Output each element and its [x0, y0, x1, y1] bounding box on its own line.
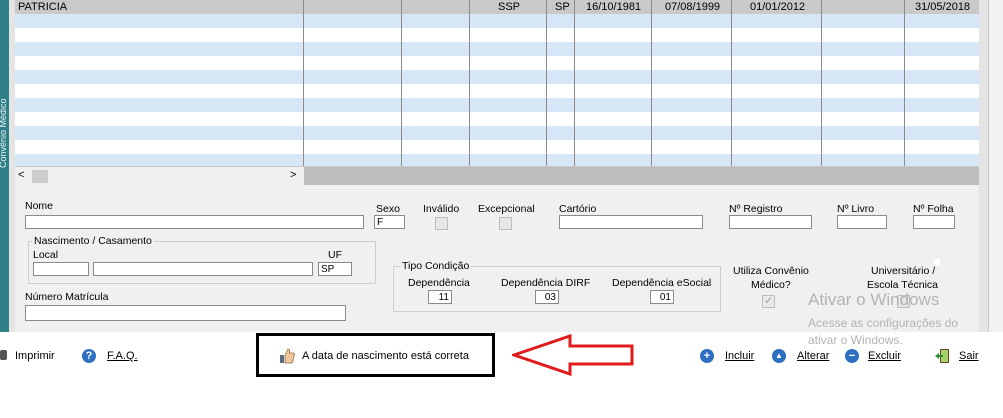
column-divider: [574, 0, 575, 166]
tipo-condicao-title: Tipo Condição: [400, 260, 472, 272]
minus-icon: −: [845, 349, 859, 363]
registro-input[interactable]: [729, 215, 812, 229]
imprimir-label: Imprimir: [15, 350, 55, 362]
sexo-label: Sexo: [376, 203, 400, 215]
uf-input[interactable]: SP: [318, 262, 352, 276]
table-row[interactable]: [15, 14, 979, 28]
convenio-checkbox[interactable]: ✓: [762, 295, 775, 308]
table-row[interactable]: [15, 126, 979, 140]
cartorio-input[interactable]: [559, 215, 703, 229]
alterar-label: Alterar: [797, 350, 830, 362]
watermark-line2: Acesse as configurações do: [808, 316, 959, 330]
dirf-input[interactable]: 03: [535, 290, 559, 304]
nascimento-group-title: Nascimento / Casamento: [32, 235, 154, 247]
dependencia-label: Dependência: [408, 277, 470, 289]
registro-label: Nº Registro: [729, 203, 783, 215]
help-icon: ?: [82, 349, 96, 363]
dirf-label: Dependência DIRF: [501, 277, 591, 289]
convenio-label-line1: Utiliza Convênio: [733, 265, 809, 277]
nome-label: Nome: [25, 200, 54, 212]
table-row[interactable]: [15, 154, 979, 166]
folha-label: Nº Folha: [913, 203, 954, 215]
column-divider: [469, 0, 470, 166]
invalido-checkbox[interactable]: [435, 217, 448, 230]
left-vertical-tab[interactable]: Convênio Médico: [0, 0, 9, 332]
table-row[interactable]: [15, 112, 979, 126]
livro-input[interactable]: [837, 215, 887, 229]
sexo-input[interactable]: F: [374, 215, 405, 229]
message-box: A data de nascimento está correta: [256, 333, 495, 377]
watermark-line3: ativar o Windows.: [808, 333, 903, 347]
table-row[interactable]: [15, 56, 979, 70]
matricula-input[interactable]: [25, 305, 346, 321]
scroll-thumb[interactable]: [32, 170, 48, 183]
scroll-right-button[interactable]: >: [290, 169, 296, 181]
scroll-track-disabled: [304, 167, 979, 186]
excepcional-checkbox[interactable]: [499, 217, 512, 230]
universitario-label-line1: Universitário /: [871, 265, 936, 277]
status-dot: [934, 259, 940, 265]
data-grid: PATRICIA SSP SP 16/10/1981 07/08/1999 01…: [15, 0, 979, 166]
cell-date1: 16/10/1981: [586, 1, 642, 13]
right-scrollbar[interactable]: [988, 0, 1003, 332]
cell-org: SSP: [498, 1, 521, 13]
cell-uf: SP: [555, 1, 570, 13]
local-label: Local: [33, 249, 59, 261]
convenio-label-line2: Médico?: [751, 279, 791, 291]
horizontal-scrollbar[interactable]: < >: [15, 166, 979, 186]
esocial-input[interactable]: 01: [650, 290, 674, 304]
esocial-label: Dependência eSocial: [612, 277, 712, 289]
local-name-input[interactable]: [93, 262, 313, 276]
column-divider: [303, 0, 304, 166]
sair-label: Sair: [959, 350, 979, 362]
cell-date2: 07/08/1999: [665, 1, 721, 13]
uf-label: UF: [328, 249, 342, 261]
cell-date4: 31/05/2018: [915, 1, 971, 13]
invalido-label: Inválido: [423, 203, 460, 215]
column-divider: [401, 0, 402, 166]
column-divider: [821, 0, 822, 166]
printer-icon: [0, 350, 7, 360]
column-divider: [546, 0, 547, 166]
thumbs-up-icon: [280, 348, 295, 364]
dependencia-input[interactable]: 11: [428, 290, 452, 304]
local-code-input[interactable]: [33, 262, 89, 276]
matricula-label: Número Matrícula: [25, 291, 109, 303]
message-text: A data de nascimento está correta: [302, 350, 469, 362]
cartorio-label: Cartório: [559, 203, 597, 215]
table-row[interactable]: [15, 84, 979, 98]
scroll-left-button[interactable]: <: [18, 169, 24, 181]
excepcional-label: Excepcional: [478, 203, 535, 215]
plus-icon: +: [700, 349, 714, 363]
incluir-label: Incluir: [725, 350, 755, 362]
table-row[interactable]: [15, 42, 979, 56]
nome-input[interactable]: [25, 215, 364, 229]
red-arrow-annotation: [512, 334, 634, 376]
cell-name: PATRICIA: [18, 1, 68, 13]
exit-door-icon: [935, 349, 949, 363]
table-row[interactable]: PATRICIA SSP SP 16/10/1981 07/08/1999 01…: [15, 0, 979, 14]
table-row[interactable]: [15, 140, 979, 154]
triangle-up-icon: ▲: [772, 349, 786, 363]
excluir-label: Excluir: [868, 350, 902, 362]
cell-date3: 01/01/2012: [750, 1, 806, 13]
watermark-title: Ativar o Windows: [808, 290, 940, 309]
livro-label: Nº Livro: [837, 203, 875, 215]
folha-input[interactable]: [913, 215, 955, 229]
tipo-condicao-group: [393, 266, 721, 312]
faq-label: F.A.Q.: [107, 350, 138, 362]
table-row[interactable]: [15, 98, 979, 112]
column-divider: [904, 0, 905, 166]
table-row[interactable]: [15, 28, 979, 42]
column-divider: [651, 0, 652, 166]
checkmark-icon: ✓: [764, 295, 774, 307]
column-divider: [731, 0, 732, 166]
table-row[interactable]: [15, 70, 979, 84]
